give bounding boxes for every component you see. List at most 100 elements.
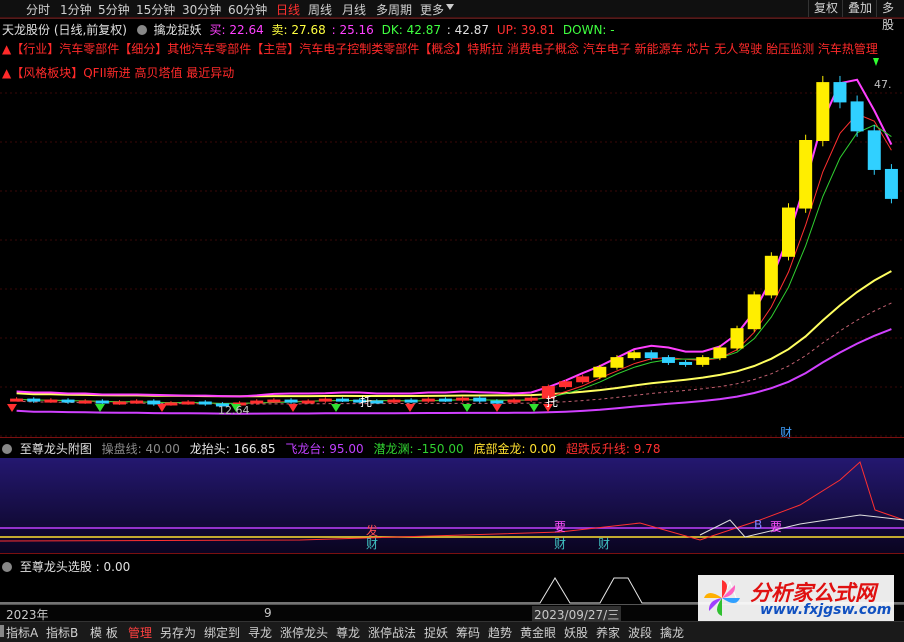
- panel3-title: 至尊龙头选股 : 0.00: [2, 558, 130, 575]
- watermark-url: www.fxjgsw.com: [760, 602, 892, 618]
- upper-band-line: [16, 78, 893, 398]
- candle-body: [318, 398, 332, 402]
- candle-body: [78, 400, 92, 404]
- panel2-background: [0, 458, 904, 553]
- candle-body: [267, 399, 281, 403]
- candle-body: [473, 397, 487, 402]
- panel-divider: [0, 437, 904, 438]
- signal-arrow: [529, 404, 539, 412]
- candle-body: [284, 399, 298, 403]
- signal-arrow: [405, 404, 415, 412]
- panel2-item-chaodie: 超跌反升线: 9.78: [565, 442, 661, 456]
- panel-divider-2: [0, 553, 904, 554]
- candle-body: [524, 397, 538, 401]
- tab-indicator-b[interactable]: 指标B: [46, 624, 78, 641]
- candle-body: [438, 398, 452, 402]
- indicator-tab-bar: 指标A 指标B 模 板 管理 另存为 绑定到 寻龙 涨停龙头 尊龙 涨停战法 捉…: [0, 621, 904, 642]
- candle-body: [627, 352, 641, 359]
- candle-body: [421, 398, 435, 402]
- panel2-mark-cai-2: 财: [554, 537, 567, 551]
- tab-zhangting-zhanfa[interactable]: 涨停战法: [368, 624, 416, 641]
- panel2-title: 至尊龙头附图 操盘线: 40.00 龙抬头: 166.85 飞龙台: 95.00…: [2, 440, 660, 457]
- watermark-logo: 分析家公式网 www.fxjgsw.com: [698, 575, 894, 621]
- green-band-line: [16, 124, 892, 405]
- top-arrow: [873, 58, 879, 66]
- tab-qushi[interactable]: 趋势: [488, 624, 512, 641]
- candle-body: [610, 357, 624, 368]
- candle-body: [130, 400, 144, 404]
- tab-yaogu[interactable]: 妖股: [564, 624, 588, 641]
- cai-mark: 财: [780, 426, 793, 440]
- panel3-name[interactable]: 至尊龙头选股 : 0.00: [20, 560, 130, 574]
- tab-huangjinyan[interactable]: 黄金眼: [520, 624, 556, 641]
- candle-body: [713, 347, 727, 359]
- price-low-label: 12.64: [218, 404, 250, 417]
- tab-indicator-a[interactable]: 指标A: [6, 624, 38, 641]
- tab-zhangting-longtou[interactable]: 涨停龙头: [280, 624, 328, 641]
- panel2-mark-yao-1: 要: [554, 520, 567, 534]
- tab-qinlong[interactable]: 擒龙: [660, 624, 684, 641]
- candle-body: [61, 399, 75, 403]
- candle-body: [696, 357, 710, 365]
- tab-bind-to[interactable]: 绑定到: [204, 624, 240, 641]
- main-chart: [0, 17, 904, 604]
- candle-body: [558, 381, 573, 388]
- tab-yangjia[interactable]: 养家: [596, 624, 620, 641]
- date-label-month: 9: [264, 606, 272, 620]
- signal-arrow: [7, 404, 17, 412]
- candle-body: [816, 82, 830, 141]
- signal-arrow: [95, 404, 105, 412]
- tab-zhuoyao[interactable]: 捉妖: [424, 624, 448, 641]
- candle-body: [576, 376, 590, 383]
- candle-body: [867, 130, 881, 170]
- panel2-name[interactable]: 至尊龙头附图: [20, 442, 92, 456]
- price-top-label: 47.: [874, 78, 892, 91]
- candle-body: [147, 400, 161, 405]
- tuo-mark-2: 托: [546, 395, 559, 409]
- panel2-mark-cai-3: 财: [598, 537, 611, 551]
- tab-scroll-handle[interactable]: [0, 625, 4, 637]
- candle-body: [490, 400, 504, 404]
- candle-body: [730, 328, 744, 349]
- candle-body: [833, 82, 847, 103]
- candle-body: [335, 398, 350, 402]
- candle-body: [387, 399, 401, 403]
- panel2-item-feilongtai: 飞龙台: 95.00: [285, 442, 364, 456]
- tab-template[interactable]: 模 板: [90, 624, 118, 641]
- tab-boduan[interactable]: 波段: [628, 624, 652, 641]
- panel2-settings-icon[interactable]: [2, 444, 12, 454]
- tab-zunlong[interactable]: 尊龙: [336, 624, 360, 641]
- candle-body: [44, 399, 58, 403]
- candle-body: [507, 399, 521, 403]
- candle-body: [884, 168, 898, 199]
- panel2-mark-yao-2: 要: [770, 520, 783, 534]
- signal-arrow: [157, 404, 167, 412]
- candle-body: [850, 101, 864, 132]
- panel2-item-dibujinlong: 底部金龙: 0.00: [473, 442, 557, 456]
- panel2-item-longtaitou: 龙抬头: 166.85: [189, 442, 276, 456]
- tab-save-as[interactable]: 另存为: [160, 624, 196, 641]
- candle-body: [799, 140, 813, 209]
- candle-body: [95, 400, 109, 404]
- candle-body: [781, 207, 796, 257]
- candle-body: [644, 352, 658, 359]
- candle-body: [370, 400, 384, 404]
- candle-body: [747, 294, 761, 330]
- tab-xunlong[interactable]: 寻龙: [248, 624, 272, 641]
- panel2-item-caopan: 操盘线: 40.00: [101, 442, 180, 456]
- candle-body: [10, 398, 24, 402]
- candle-body: [112, 401, 127, 405]
- signal-arrow: [492, 404, 502, 412]
- tab-manage[interactable]: 管理: [128, 624, 152, 641]
- candle-body: [27, 398, 41, 402]
- red-band-line: [16, 113, 892, 404]
- candle-body: [250, 400, 264, 404]
- candle-body: [456, 397, 470, 401]
- panel2-item-qianlongyuan: 潜龙渊: -150.00: [373, 442, 464, 456]
- panel2-mark-cai-1: 财: [366, 537, 379, 551]
- panel2-mark-b: B: [754, 518, 763, 532]
- candle-body: [661, 357, 675, 363]
- tab-chouma[interactable]: 筹码: [456, 624, 480, 641]
- candle-body: [404, 399, 418, 403]
- panel3-settings-icon[interactable]: [2, 562, 12, 572]
